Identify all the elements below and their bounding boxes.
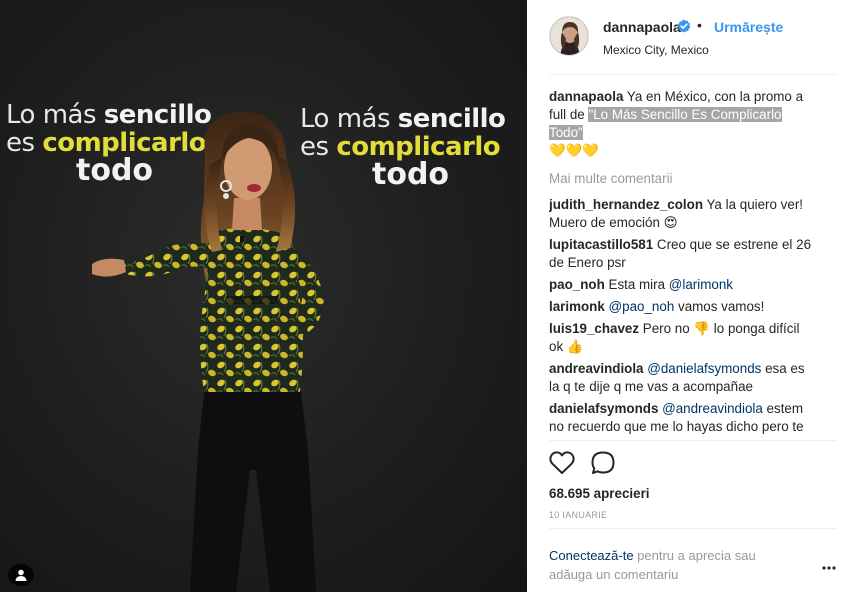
comment-username[interactable]: pao_noh <box>549 277 605 292</box>
caption-username[interactable]: dannapaola <box>549 89 623 104</box>
header-divider <box>549 74 837 75</box>
load-more-comments-button[interactable]: Mai multe comentarii <box>549 170 817 188</box>
comment-item: judith_hernandez_colon Ya la quiero ver!… <box>549 196 817 232</box>
post-date: 10 IANUARIE <box>549 510 608 520</box>
post-photo[interactable]: Lo más sencillo es complicarlo todo Lo m… <box>0 0 527 592</box>
comment-mention[interactable]: @danielafsymonds <box>647 361 761 376</box>
comment-item: danielafsymonds @andreavindiola estem no… <box>549 400 817 436</box>
comment-text-after: vamos vamos! <box>674 299 765 314</box>
comment-username[interactable]: danielafsymonds <box>549 401 658 416</box>
caption-hearts: 💛💛💛 <box>549 143 600 158</box>
comment-text: Esta mira <box>604 277 669 292</box>
comment-item: andreavindiola @danielafsymonds esa es l… <box>549 360 817 396</box>
comment-username[interactable]: andreavindiola <box>549 361 644 376</box>
user-tag-icon <box>15 569 27 581</box>
comment-bubble-icon[interactable] <box>590 450 616 476</box>
comment-username[interactable]: luis19_chavez <box>549 321 639 336</box>
heart-icon[interactable] <box>549 450 575 476</box>
post-location[interactable]: Mexico City, Mexico <box>603 43 709 57</box>
follow-button[interactable]: Urmărește <box>714 19 783 35</box>
more-options-icon[interactable] <box>821 562 837 574</box>
comment-mention[interactable]: @andreavindiola <box>662 401 763 416</box>
person-figure <box>92 111 324 592</box>
user-tag-button[interactable] <box>8 564 34 586</box>
post-caption: dannapaola Ya en México, con la promo a … <box>549 88 817 142</box>
verified-badge-icon <box>677 19 691 33</box>
comment-item: larimonk @pao_noh vamos vamos! <box>549 298 817 316</box>
comment-item: luis19_chavez Pero no 👎 lo ponga difícil… <box>549 320 817 356</box>
avatar-image <box>550 17 588 55</box>
comment-mention[interactable]: @pao_noh <box>609 299 675 314</box>
avatar[interactable] <box>549 16 589 56</box>
post-details-panel: dannapaola • Urmărește Mexico City, Mexi… <box>527 0 843 592</box>
separator-dot: • <box>697 17 702 33</box>
comment-mention[interactable]: @larimonk <box>669 277 733 292</box>
bottom-divider <box>549 528 837 529</box>
comments-list[interactable]: dannapaola Ya en México, con la promo a … <box>549 88 817 440</box>
actions-divider <box>549 440 837 441</box>
comment-item: pao_noh Esta mira @larimonk <box>549 276 817 294</box>
comment-username[interactable]: larimonk <box>549 299 605 314</box>
login-link[interactable]: Conectează-te <box>549 548 634 563</box>
comment-username[interactable]: lupitacastillo581 <box>549 237 653 252</box>
likes-count[interactable]: 68.695 aprecieri <box>549 486 650 501</box>
comment-item: lupitacastillo581 Creo que se estrene el… <box>549 236 817 272</box>
post-author-username[interactable]: dannapaola <box>603 19 681 35</box>
login-prompt: Conectează-te pentru a aprecia sau adăug… <box>549 546 799 584</box>
comment-username[interactable]: judith_hernandez_colon <box>549 197 703 212</box>
post-header: dannapaola • Urmărește Mexico City, Mexi… <box>527 0 843 74</box>
